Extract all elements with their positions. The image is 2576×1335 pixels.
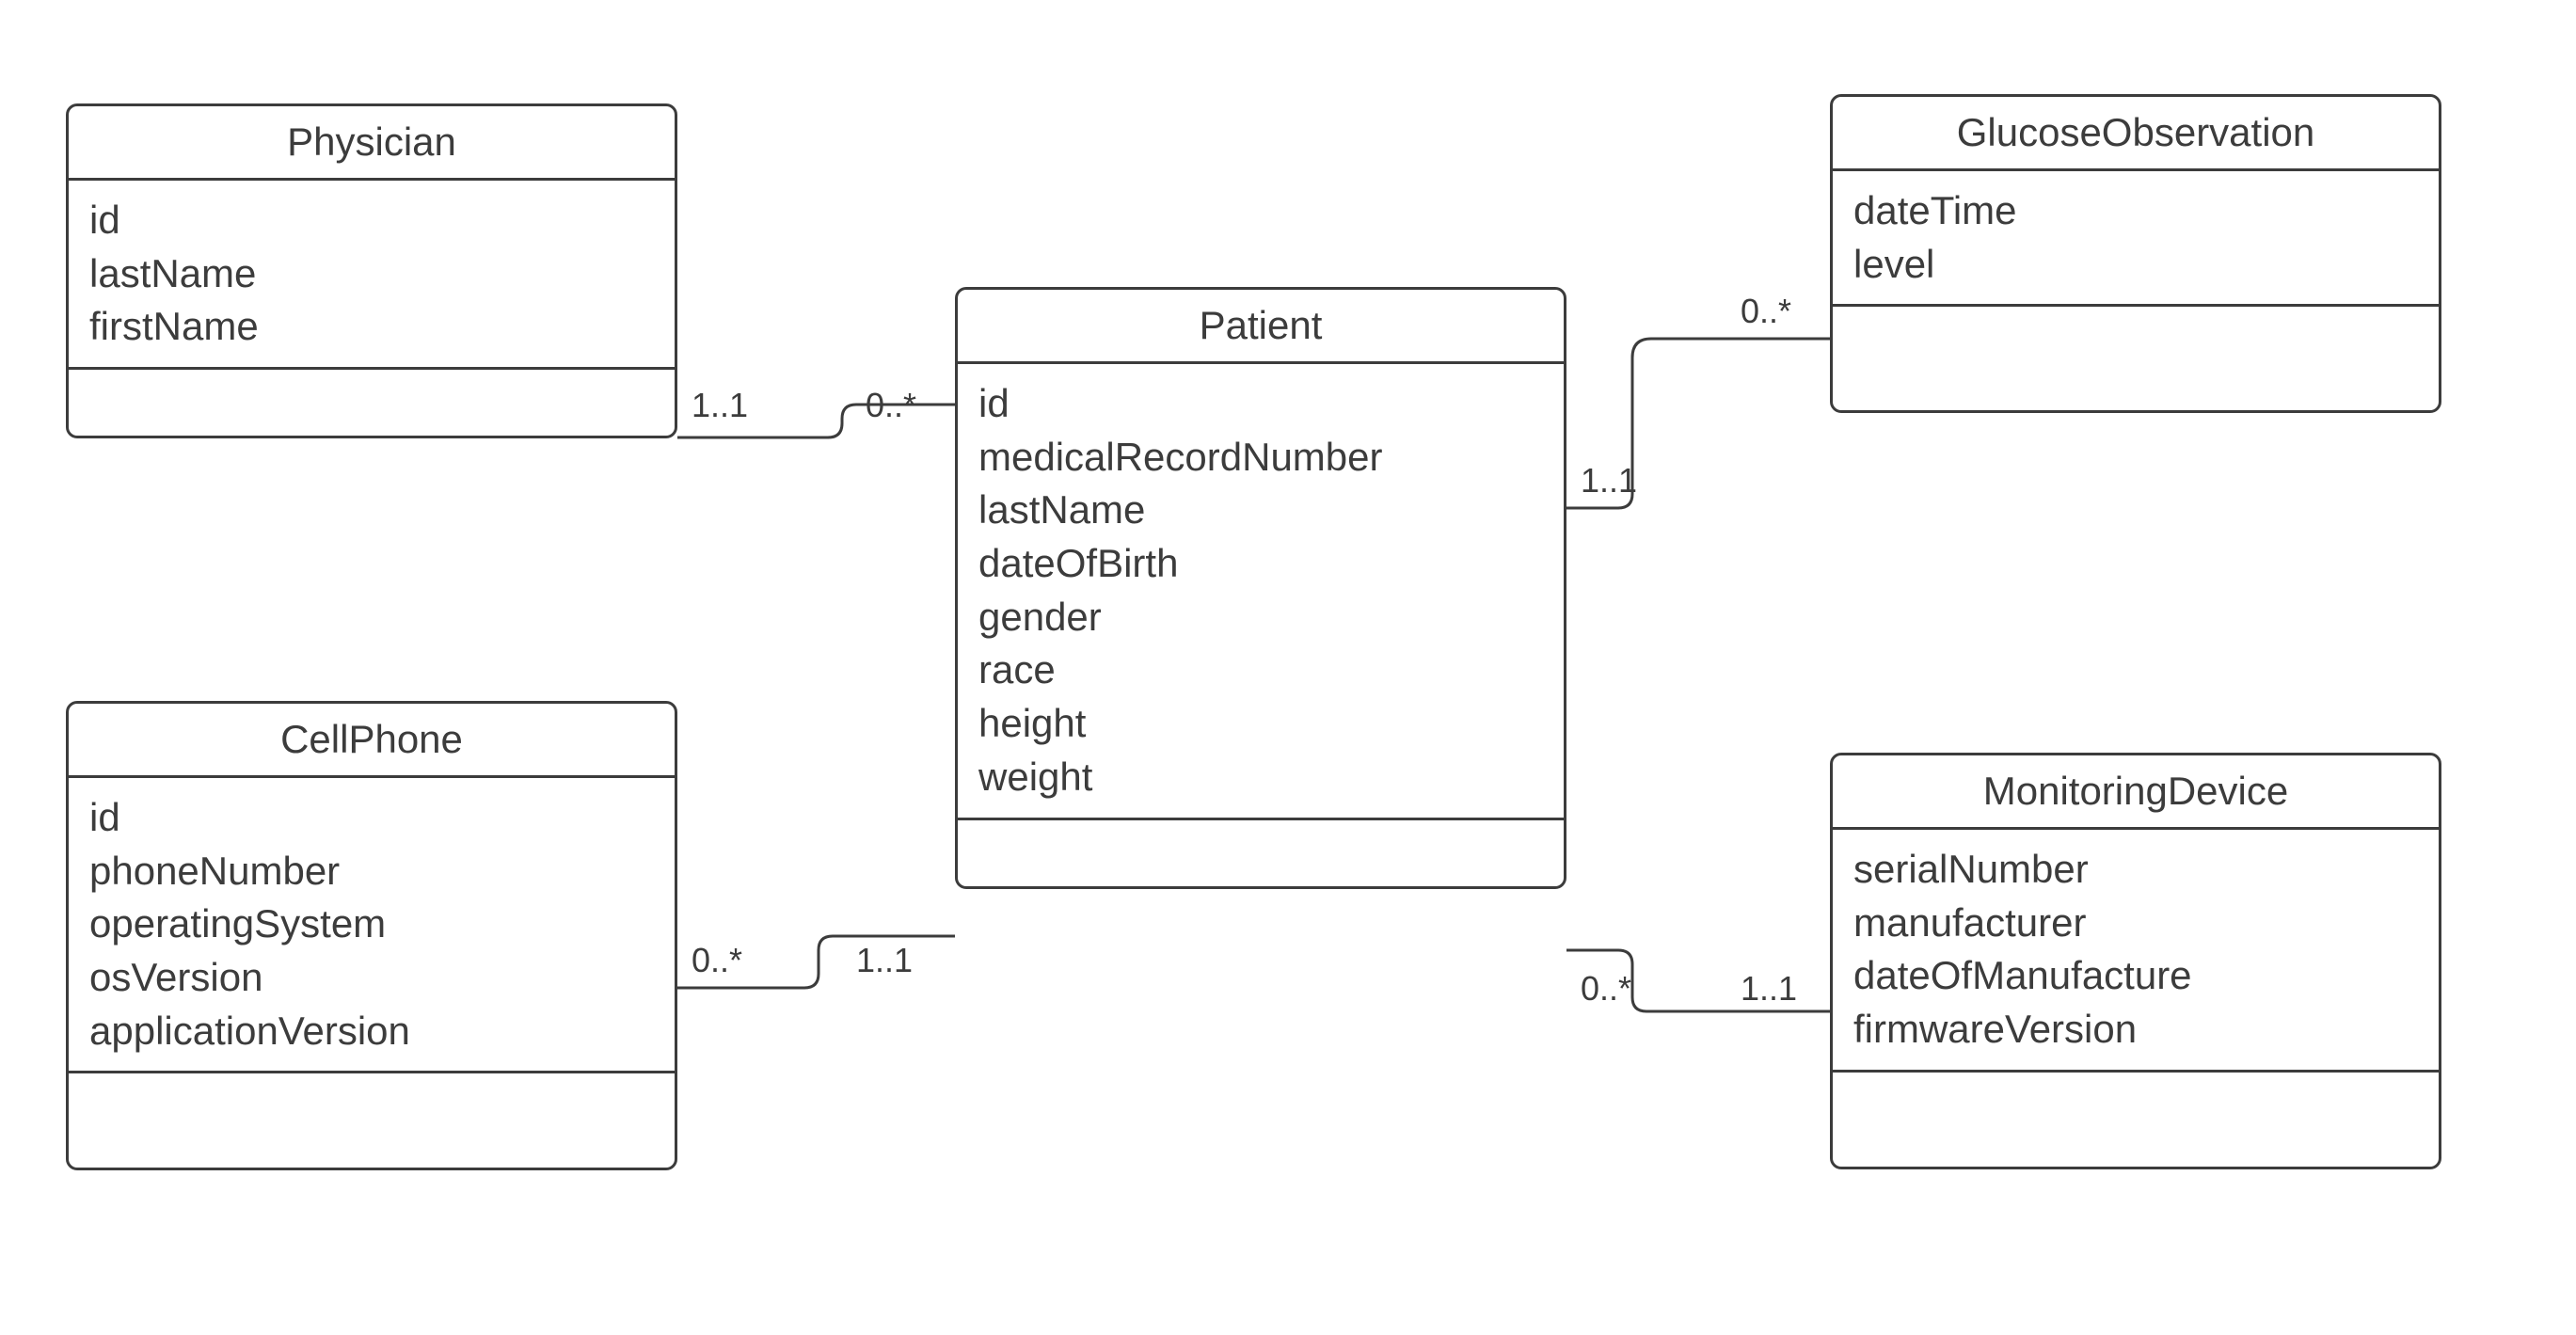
attr: gender xyxy=(978,591,1543,644)
attr: race xyxy=(978,644,1543,697)
class-methods-patient xyxy=(958,820,1564,886)
attr: medicalRecordNumber xyxy=(978,431,1543,485)
class-name-cellphone: CellPhone xyxy=(69,704,675,778)
attr: firmwareVersion xyxy=(1853,1003,2418,1057)
mult-patient-glucose-right: 0..* xyxy=(1741,292,1791,331)
class-attrs-cellphone: id phoneNumber operatingSystem osVersion… xyxy=(69,778,675,1073)
attr: lastName xyxy=(89,247,654,301)
class-attrs-physician: id lastName firstName xyxy=(69,181,675,370)
class-attrs-glucose: dateTime level xyxy=(1833,171,2439,307)
attr: id xyxy=(978,377,1543,431)
attr: lastName xyxy=(978,484,1543,537)
class-methods-physician xyxy=(69,370,675,436)
attr: serialNumber xyxy=(1853,843,2418,897)
attr: height xyxy=(978,697,1543,751)
mult-physician-patient-right: 0..* xyxy=(866,386,916,425)
mult-cellphone-patient-left: 0..* xyxy=(692,941,742,980)
mult-patient-glucose-left: 1..1 xyxy=(1581,461,1637,501)
class-name-glucose: GlucoseObservation xyxy=(1833,97,2439,171)
class-attrs-monitoring: serialNumber manufacturer dateOfManufact… xyxy=(1833,830,2439,1073)
attr: firstName xyxy=(89,300,654,354)
class-physician: Physician id lastName firstName xyxy=(66,103,677,438)
attr: applicationVersion xyxy=(89,1005,654,1058)
class-monitoring: MonitoringDevice serialNumber manufactur… xyxy=(1830,753,2441,1169)
mult-cellphone-patient-right: 1..1 xyxy=(856,941,913,980)
attr: dateOfManufacture xyxy=(1853,949,2418,1003)
attr: id xyxy=(89,791,654,845)
class-name-monitoring: MonitoringDevice xyxy=(1833,755,2439,830)
attr: dateTime xyxy=(1853,184,2418,238)
class-glucose: GlucoseObservation dateTime level xyxy=(1830,94,2441,413)
attr: manufacturer xyxy=(1853,897,2418,950)
attr: operatingSystem xyxy=(89,898,654,951)
attr: dateOfBirth xyxy=(978,537,1543,591)
class-name-patient: Patient xyxy=(958,290,1564,364)
class-methods-cellphone xyxy=(69,1073,675,1168)
attr: weight xyxy=(978,751,1543,804)
class-methods-glucose xyxy=(1833,307,2439,410)
mult-patient-monitoring-right: 1..1 xyxy=(1741,969,1797,1009)
mult-patient-monitoring-left: 0..* xyxy=(1581,969,1631,1009)
class-attrs-patient: id medicalRecordNumber lastName dateOfBi… xyxy=(958,364,1564,820)
mult-physician-patient-left: 1..1 xyxy=(692,386,748,425)
class-cellphone: CellPhone id phoneNumber operatingSystem… xyxy=(66,701,677,1170)
attr: id xyxy=(89,194,654,247)
class-patient: Patient id medicalRecordNumber lastName … xyxy=(955,287,1566,889)
attr: phoneNumber xyxy=(89,845,654,898)
class-name-physician: Physician xyxy=(69,106,675,181)
class-methods-monitoring xyxy=(1833,1073,2439,1167)
attr: osVersion xyxy=(89,951,654,1005)
attr: level xyxy=(1853,238,2418,292)
